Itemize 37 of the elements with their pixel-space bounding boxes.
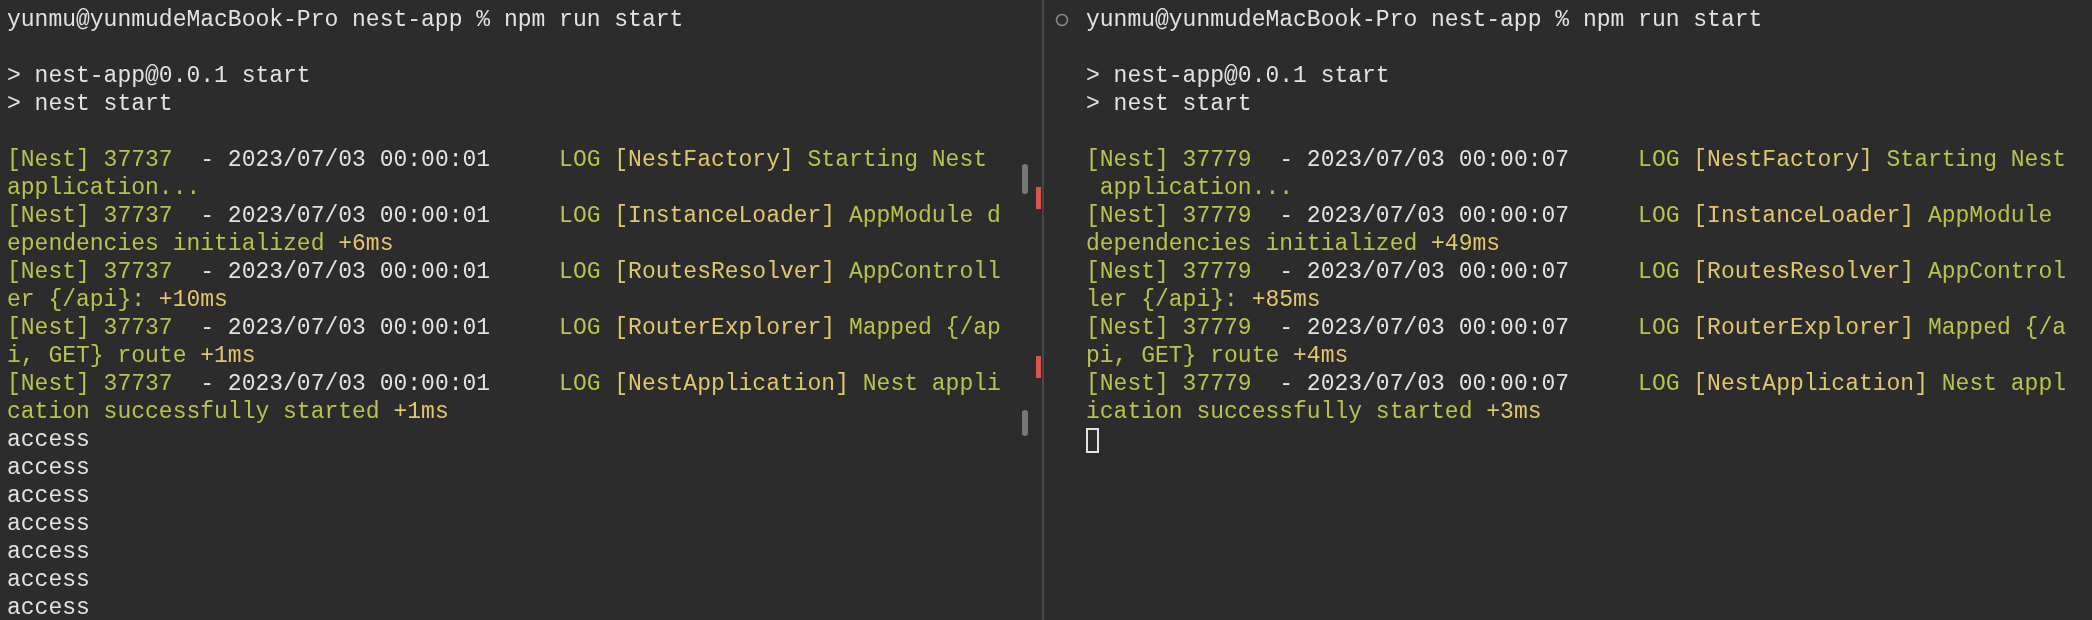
terminal-line: i, GET} route +1ms <box>7 342 256 370</box>
terminal-line: access <box>7 538 90 566</box>
scrollbar-thumb <box>1022 410 1028 436</box>
terminal-line: ler {/api}: +85ms <box>1086 286 1321 314</box>
terminal-line: [Nest] 37779 - 2023/07/03 00:00:07 LOG [RoutesResolver] AppControl <box>1086 258 2066 286</box>
terminal-line: [Nest] 37737 - 2023/07/03 00:00:01 LOG [RoutesResolver] AppControll <box>7 258 1001 286</box>
terminal-line: ependencies initialized +6ms <box>7 230 394 258</box>
terminal-line: er {/api}: +10ms <box>7 286 228 314</box>
terminal-line: access <box>7 454 90 482</box>
terminal-line: > nest start <box>7 90 173 118</box>
scrollbar-thumb <box>1022 164 1028 194</box>
terminal-line: [Nest] 37737 - 2023/07/03 00:00:01 LOG [InstanceLoader] AppModule d <box>7 202 1001 230</box>
terminal-line: [Nest] 37737 - 2023/07/03 00:00:01 LOG [RouterExplorer] Mapped {/ap <box>7 314 1001 342</box>
terminal-line: application... <box>7 174 201 202</box>
scroll-marker <box>1036 356 1041 378</box>
terminal-line: [Nest] 37737 - 2023/07/03 00:00:01 LOG [NestFactory] Starting Nest <box>7 146 987 174</box>
terminal-line: access <box>7 510 90 538</box>
terminal-line: pi, GET} route +4ms <box>1086 342 1349 370</box>
scroll-marker <box>1036 187 1041 209</box>
terminal-line: yunmu@yunmudeMacBook-Pro nest-app % npm run start <box>1086 6 1763 34</box>
terminal-line: yunmu@yunmudeMacBook-Pro nest-app % npm run start <box>7 6 684 34</box>
terminal-line: [Nest] 37737 - 2023/07/03 00:00:01 LOG [NestApplication] Nest appli <box>7 370 1001 398</box>
terminal-line: [Nest] 37779 - 2023/07/03 00:00:07 LOG [NestFactory] Starting Nest <box>1086 146 2066 174</box>
terminal-line: access <box>7 566 90 594</box>
terminal-line: access <box>7 594 90 620</box>
terminal-line: cation successfully started +1ms <box>7 398 449 426</box>
terminal-line: > nest-app@0.0.1 start <box>1086 62 1390 90</box>
terminal-line: dependencies initialized +49ms <box>1086 230 1501 258</box>
terminal-line: [Nest] 37779 - 2023/07/03 00:00:07 LOG [NestApplication] Nest appl <box>1086 370 2066 398</box>
terminal-line: access <box>7 426 90 454</box>
terminal-line: application... <box>1098 174 1294 202</box>
terminal-line: access <box>7 482 90 510</box>
terminal-line: [Nest] 37779 - 2023/07/03 00:00:07 LOG [RouterExplorer] Mapped {/a <box>1086 314 2066 342</box>
terminal-line: > nest start <box>1086 90 1252 118</box>
terminal-line: [Nest] 37779 - 2023/07/03 00:00:07 LOG [InstanceLoader] AppModule <box>1086 202 2053 230</box>
terminal-line: ication successfully started +3ms <box>1086 398 1542 426</box>
terminal-line: > nest-app@0.0.1 start <box>7 62 311 90</box>
